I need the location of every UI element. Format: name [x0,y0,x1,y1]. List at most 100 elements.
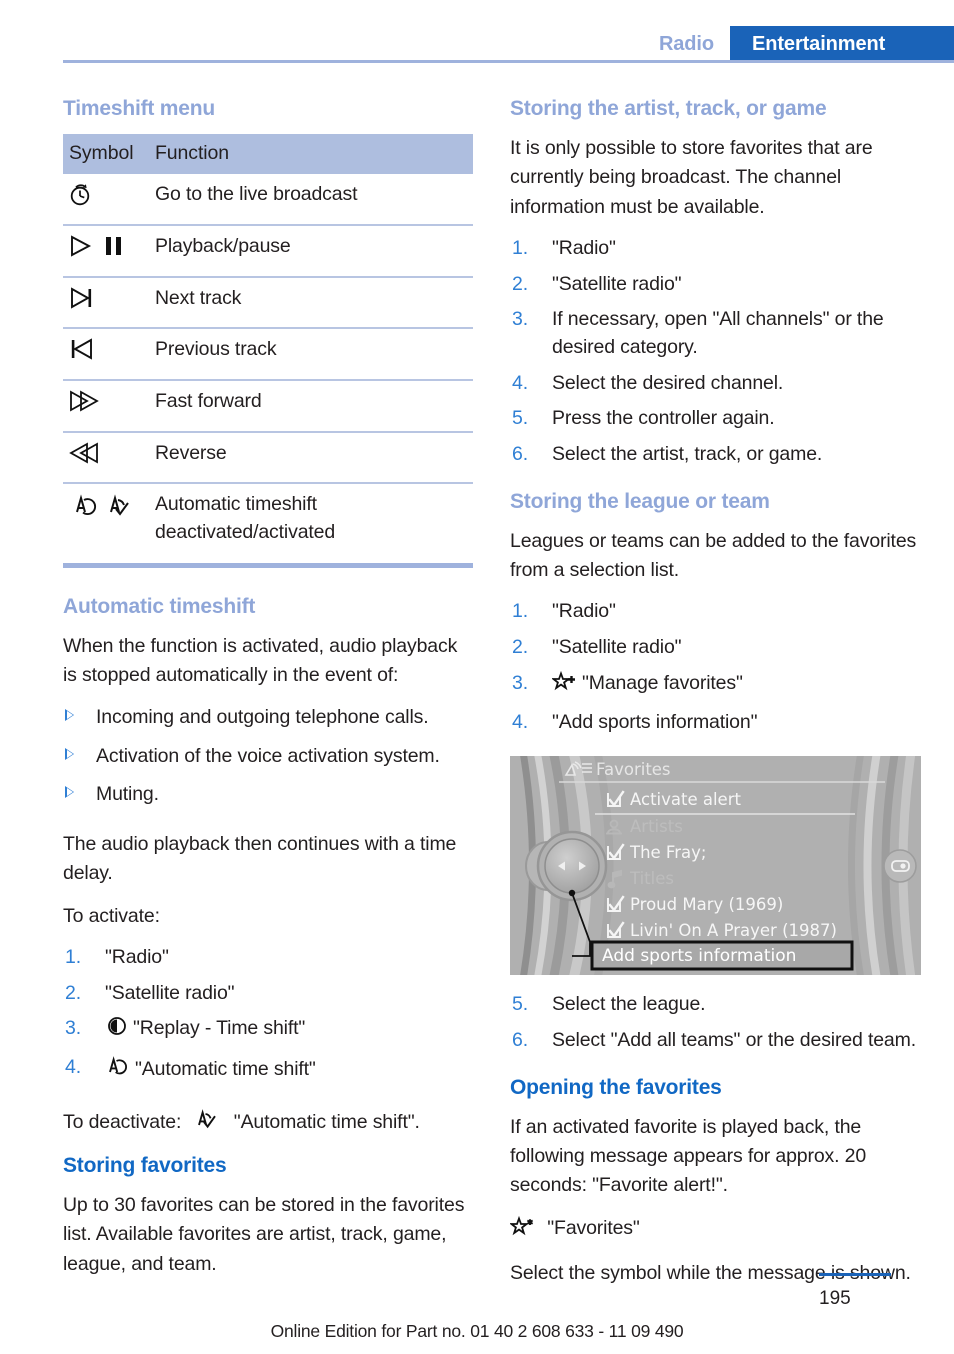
list-item: If necessary, open "All channels" or the… [510,306,921,369]
tab-radio[interactable]: Radio [649,26,730,62]
list-item: "Radio" [510,235,921,271]
table-cell-function: Go to the live broadcast [149,174,473,226]
step-label: "Radio" [105,945,169,968]
list-item: "Satellite radio" [510,634,921,670]
footer-note: Online Edition for Part no. 01 40 2 608 … [270,1321,684,1341]
table-row: Next track [63,276,473,330]
step-label: Select the league. [552,993,706,1016]
table-row: Playback/pause [63,224,473,278]
deactivate-line: To deactivate: "Automatic time shift". [63,1107,473,1140]
list-item: "Add sports information" [510,709,921,745]
list-item-label: Muting. [96,782,159,805]
live-broadcast-clock-icon-svg [70,184,90,206]
bullet-triangle-icon [65,785,74,798]
list-item: Select "Add all teams" or the desired te… [510,1027,921,1063]
storing-league-body: Leagues or teams can be added to the fav… [510,529,917,582]
play-pause-icon [63,224,149,278]
list-item: "Satellite radio" [63,980,473,1016]
table-row: Previous track [63,328,473,381]
step-label: "Radio" [552,600,616,623]
header-divider [63,60,954,63]
activate-label: To activate: [63,904,160,927]
reverse-icon [63,431,149,485]
step-label: "Satellite radio" [552,272,682,295]
list-item: "Radio" [63,944,473,980]
replay-timeshift-icon [105,1015,129,1046]
previous-track-icon-svg [71,338,92,360]
table-cell-function: Next track [149,276,473,330]
bullet-triangle-icon [65,747,74,760]
list-item: Incoming and outgoing telephone calls. [63,703,473,741]
step-label: Select "Add all teams" or the desired te… [552,1028,916,1051]
page-number-rule [819,1273,891,1276]
list-item-label: Activation of the voice activation syste… [96,744,440,767]
table-bottom-rule [63,562,473,568]
storing-favorites-body: Up to 30 favorites can be stored in the … [63,1194,465,1275]
auto-timeshift-off-on-icon [63,483,149,554]
idrive-unit-screenshot: Favorites Activate alert Artists The Fra… [510,756,921,976]
page-number: 195 [819,1288,851,1309]
callout-box [590,940,854,971]
table-row: Automatic timeshift deactivated/activate… [63,483,473,554]
table-row: Go to the live broadcast [63,174,473,226]
automatic-timeshift-intro: When the function is activated, audio pl… [63,634,458,687]
table-cell-function: Reverse [149,431,473,485]
auto-timeshift-off-on-icon-svg [76,494,129,516]
list-item: Press the controller again. [510,405,921,441]
storing-league-steps: "Radio" "Satellite radio" "Manage favori… [510,598,921,744]
storing-artist-body: It is only possible to store favorites t… [510,137,873,218]
star-plus-icon [550,670,578,701]
heading-storing-artist-track-game: Storing the artist, track, or game [510,97,827,120]
list-item: "Replay - Time shift" [63,1015,473,1054]
storing-artist-steps: "Radio" "Satellite radio" If necessary, … [510,235,921,477]
favorites-symbol-label: "Favorites" [547,1216,640,1239]
previous-track-icon [63,328,149,381]
list-item: Activation of the voice activation syste… [63,742,473,780]
column-header-function: Function [149,134,473,175]
fast-forward-icon-svg [70,390,99,412]
table-cell-function: Automatic timeshift deactivated/activate… [155,493,336,543]
table-header-row: Symbol Function [63,134,473,175]
heading-storing-favorites: Storing favorites [63,1153,227,1177]
column-header-symbol: Symbol [63,134,149,175]
table-cell-function: Previous track [149,328,473,381]
star-asterisk-icon [508,1215,538,1246]
table-cell-function: Fast forward [149,379,473,433]
automatic-timeshift-bullets: Incoming and outgoing telephone calls. A… [63,703,473,818]
idrive-unit-screenshot-svg [510,756,921,976]
step-label: "Add sports information" [552,710,758,733]
step-label: "Replay - Time shift" [133,1017,306,1040]
auto-timeshift-off-icon-svg [109,1056,127,1075]
auto-timeshift-on-icon [195,1107,225,1140]
star-asterisk-icon-svg [508,1215,534,1235]
step-label: Press the controller again. [552,407,775,430]
list-item-label: Incoming and outgoing telephone calls. [96,706,429,729]
left-column: Timeshift menu Symbol Function Go to the… [63,96,473,1301]
opening-favorites-body: If an activated favorite is played back,… [510,1115,867,1197]
list-item: "Manage favorites" [510,670,921,709]
step-label: If necessary, open "All channels" or the… [552,308,884,358]
favorites-symbol-line: "Favorites" [508,1214,921,1246]
automatic-timeshift-after-bullets: The audio playback then continues with a… [63,833,457,885]
page-header: Radio Entertainment [0,0,954,63]
step-label: Select the artist, track, or game. [552,443,823,466]
tab-entertainment[interactable]: Entertainment [730,26,954,62]
storing-league-steps-continued: Select the league. Select "Add all teams… [510,991,921,1062]
step-label: "Satellite radio" [552,636,682,659]
list-item: "Automatic time shift" [63,1054,473,1095]
replay-timeshift-icon-svg [108,1017,126,1036]
step-label: "Satellite radio" [105,981,235,1004]
step-label: "Manage favorites" [582,671,743,694]
right-side-button [883,849,917,883]
auto-timeshift-off-icon [105,1054,131,1087]
list-item: Select the league. [510,991,921,1027]
content-columns: Timeshift menu Symbol Function Go to the… [63,96,921,1301]
step-label: "Radio" [552,236,616,259]
heading-automatic-timeshift: Automatic timeshift [63,594,256,618]
table-row: Fast forward [63,379,473,433]
list-item: "Radio" [510,598,921,634]
step-label: "Automatic time shift" [135,1057,316,1080]
play-pause-icon-svg [71,235,121,257]
live-broadcast-clock-icon [63,174,149,226]
fast-forward-icon [63,379,149,433]
